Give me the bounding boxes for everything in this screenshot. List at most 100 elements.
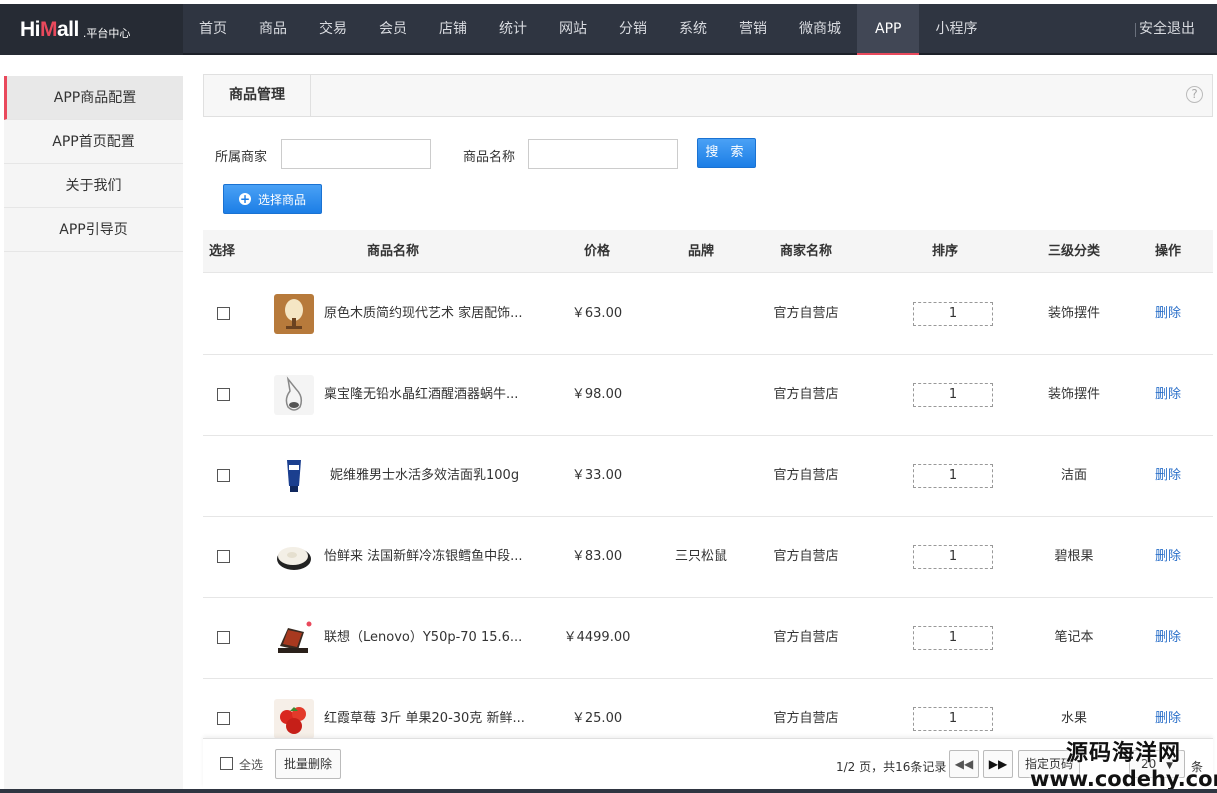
- delete-link[interactable]: 删除: [1143, 679, 1193, 738]
- merchant-input[interactable]: [281, 139, 431, 169]
- sidebar-item-app-guide[interactable]: APP引导页: [4, 208, 183, 252]
- delete-link[interactable]: 删除: [1143, 436, 1193, 516]
- product-category: 水果: [1060, 711, 1087, 726]
- sort-input[interactable]: 1: [913, 707, 993, 731]
- header-brand: 品牌: [687, 244, 714, 259]
- nav-item-members[interactable]: 会员: [363, 4, 423, 55]
- nav-item-shops[interactable]: 店铺: [423, 4, 483, 55]
- row-checkbox[interactable]: [217, 550, 230, 563]
- product-brand: [661, 274, 741, 354]
- product-category: 装饰摆件: [1047, 387, 1100, 402]
- select-goods-button[interactable]: + 选择商品: [223, 184, 322, 214]
- help-icon[interactable]: ?: [1186, 86, 1203, 103]
- double-left-icon[interactable]: ◀◀: [949, 750, 979, 778]
- sidebar-item-about[interactable]: 关于我们: [4, 164, 183, 208]
- sort-input[interactable]: 1: [913, 464, 993, 488]
- product-price: ￥63.00: [571, 306, 623, 321]
- search-button[interactable]: 搜 索: [697, 138, 756, 168]
- nav-item-micro-mall[interactable]: 微商城: [783, 4, 857, 55]
- header-select: 选择: [208, 244, 235, 259]
- product-price: ￥25.00: [571, 711, 623, 726]
- product-name[interactable]: 怡鲜来 法国新鲜冷冻银鳕鱼中段...: [324, 517, 544, 597]
- nav-item-stats[interactable]: 统计: [483, 4, 543, 55]
- sidebar-item-app-home[interactable]: APP首页配置: [4, 120, 183, 164]
- product-name-input[interactable]: [528, 139, 678, 169]
- nav-item-mini-program[interactable]: 小程序: [919, 4, 993, 55]
- product-category: 洁面: [1060, 468, 1087, 483]
- plus-circle-icon: +: [238, 192, 251, 206]
- logout-link[interactable]: 安全退出: [1139, 4, 1195, 55]
- delete-link[interactable]: 删除: [1143, 355, 1193, 435]
- table-row: 原色木质简约现代艺术 家居配饰... ￥63.00 官方自营店 1 装饰摆件 删…: [203, 274, 1213, 355]
- sort-input[interactable]: 1: [913, 545, 993, 569]
- product-brand: 三只松鼠: [674, 549, 727, 564]
- main-nav: 首页 商品 交易 会员 店铺 统计 网站 分销 系统 营销 微商城 APP 小程…: [183, 4, 1137, 55]
- select-goods-label: 选择商品: [257, 192, 306, 207]
- header-action: 操作: [1154, 244, 1181, 259]
- header-price: 价格: [583, 244, 610, 259]
- product-thumbnail-tube-icon[interactable]: [274, 456, 314, 496]
- nav-item-website[interactable]: 网站: [543, 4, 603, 55]
- nav-item-home[interactable]: 首页: [183, 4, 243, 55]
- shop-name: 官方自营店: [773, 630, 839, 645]
- batch-delete-button[interactable]: 批量删除: [275, 749, 341, 779]
- product-name[interactable]: 稟宝隆无铅水晶红酒醒酒器蜗牛...: [324, 355, 544, 435]
- product-thumbnail-decanter-icon[interactable]: [274, 375, 314, 415]
- row-checkbox[interactable]: [217, 469, 230, 482]
- panel-header: 商品管理 ?: [203, 74, 1213, 117]
- product-name-label: 商品名称: [463, 150, 516, 165]
- double-right-icon[interactable]: ▶▶: [983, 750, 1013, 778]
- table-row: 红霞草莓 3斤 单果20-30克 新鲜... ￥25.00 官方自营店 1 水果…: [203, 679, 1213, 738]
- table-header: 选择 商品名称 价格 品牌 商家名称 排序 三级分类 操作: [203, 230, 1213, 273]
- sidebar: APP商品配置 APP首页配置 关于我们 APP引导页: [4, 76, 183, 793]
- select-all-checkbox[interactable]: [220, 757, 233, 770]
- nav-item-system[interactable]: 系统: [663, 4, 723, 55]
- product-category: 装饰摆件: [1047, 306, 1100, 321]
- delete-link[interactable]: 删除: [1143, 517, 1193, 597]
- watermark-line1: 源码海洋网: [1065, 741, 1181, 766]
- product-name[interactable]: 妮维雅男士水活多效洁面乳100g: [330, 436, 550, 516]
- product-thumbnail-lamp-icon[interactable]: [274, 294, 314, 334]
- table-row: 怡鲜来 法国新鲜冷冻银鳕鱼中段... ￥83.00 三只松鼠 官方自营店 1 碧…: [203, 517, 1213, 598]
- delete-link[interactable]: 删除: [1143, 598, 1193, 678]
- sort-input[interactable]: 1: [913, 383, 993, 407]
- product-thumbnail-fish-icon[interactable]: [274, 537, 314, 577]
- nav-item-distribution[interactable]: 分销: [603, 4, 663, 55]
- product-category: 笔记本: [1054, 630, 1094, 645]
- product-name[interactable]: 联想（Lenovo）Y50p-70 15.6...: [324, 598, 544, 678]
- table-row: 稟宝隆无铅水晶红酒醒酒器蜗牛... ￥98.00 官方自营店 1 装饰摆件 删除: [203, 355, 1213, 436]
- bottom-strip: [0, 789, 1217, 793]
- product-thumbnail-laptop-icon[interactable]: [274, 618, 314, 658]
- header-shop: 商家名称: [779, 244, 832, 259]
- row-checkbox[interactable]: [217, 712, 230, 725]
- sidebar-item-app-products[interactable]: APP商品配置: [4, 76, 183, 120]
- product-name[interactable]: 原色木质简约现代艺术 家居配饰...: [324, 274, 544, 354]
- sort-input[interactable]: 1: [913, 626, 993, 650]
- watermark: 源码海洋网 www.codehy.com: [1030, 735, 1217, 791]
- header-sort: 排序: [931, 244, 958, 259]
- product-brand: [661, 355, 741, 435]
- sort-input[interactable]: 1: [913, 302, 993, 326]
- shop-name: 官方自营店: [773, 549, 839, 564]
- logo-brand: HiMall: [20, 17, 79, 41]
- nav-item-app[interactable]: APP: [857, 4, 920, 55]
- tab-product-management[interactable]: 商品管理: [204, 75, 311, 116]
- product-category: 碧根果: [1054, 549, 1094, 564]
- product-price: ￥4499.00: [563, 630, 631, 645]
- nav-item-trade[interactable]: 交易: [303, 4, 363, 55]
- row-checkbox[interactable]: [217, 388, 230, 401]
- delete-link[interactable]: 删除: [1143, 274, 1193, 354]
- shop-name: 官方自营店: [773, 387, 839, 402]
- watermark-line2: www.codehy.com: [1030, 767, 1217, 791]
- nav-item-marketing[interactable]: 营销: [723, 4, 783, 55]
- select-all-label[interactable]: 全选: [239, 756, 263, 773]
- nav-item-products[interactable]: 商品: [243, 4, 303, 55]
- product-table-body: 原色木质简约现代艺术 家居配饰... ￥63.00 官方自营店 1 装饰摆件 删…: [203, 274, 1213, 738]
- product-brand: [661, 679, 741, 738]
- product-name[interactable]: 红霞草莓 3斤 单果20-30克 新鲜...: [324, 679, 544, 738]
- row-checkbox[interactable]: [217, 307, 230, 320]
- product-thumbnail-strawberry-icon[interactable]: [274, 699, 314, 738]
- row-checkbox[interactable]: [217, 631, 230, 644]
- table-row: 联想（Lenovo）Y50p-70 15.6... ￥4499.00 官方自营店…: [203, 598, 1213, 679]
- top-navbar: HiMall .平台中心 首页 商品 交易 会员 店铺 统计 网站 分销 系统 …: [0, 4, 1217, 55]
